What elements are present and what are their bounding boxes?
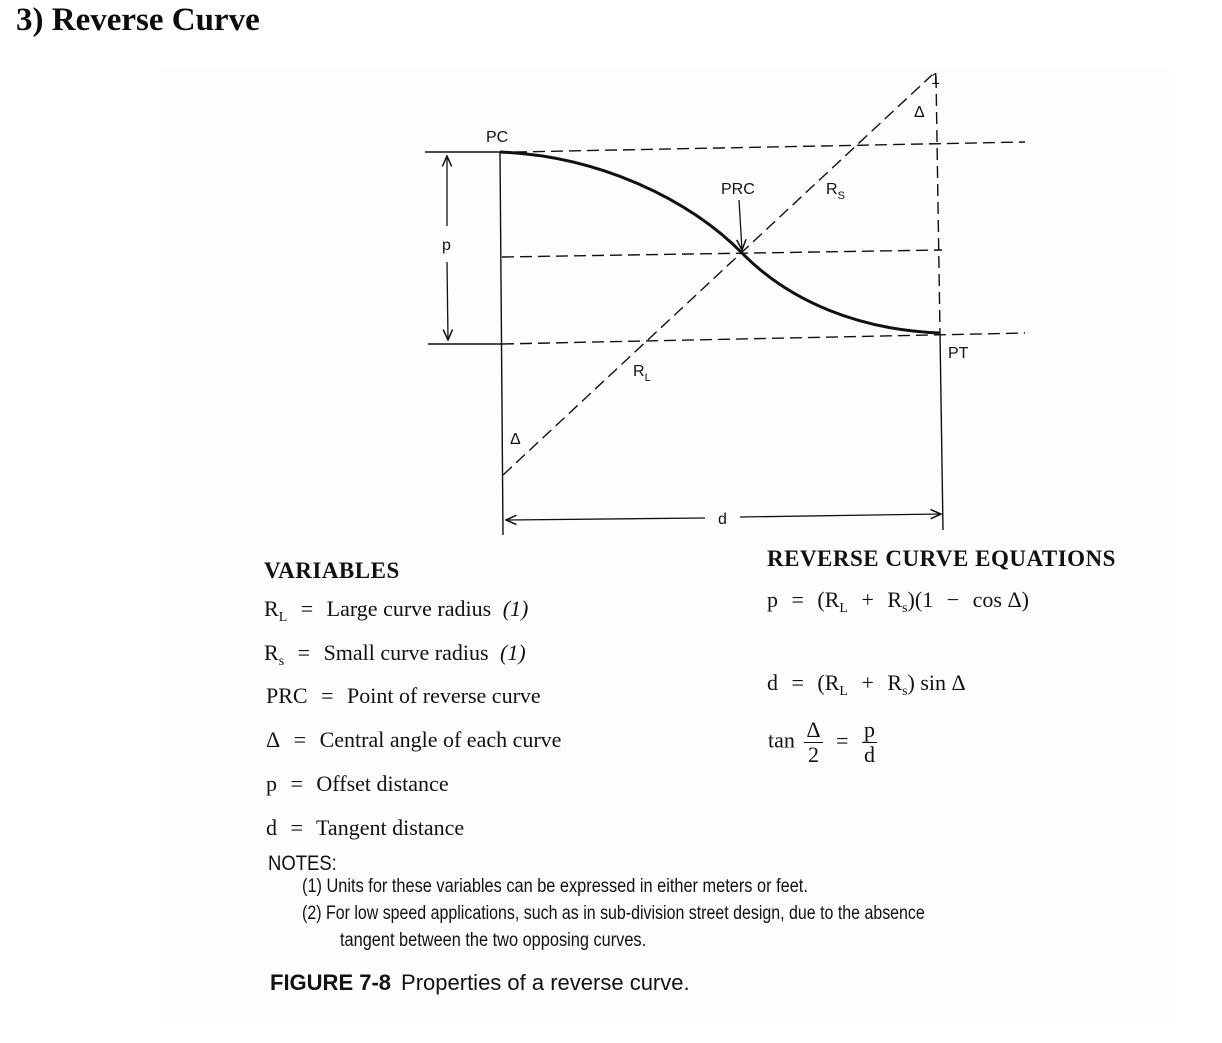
eq-term: (R bbox=[817, 587, 840, 612]
rs-label: RS bbox=[826, 181, 845, 202]
radius-dashed-line bbox=[502, 74, 933, 476]
variable-subscript: s bbox=[278, 654, 285, 669]
d-dimension-right bbox=[739, 514, 941, 517]
fraction-delta-over-2: Δ 2 bbox=[804, 717, 823, 767]
variable-description: Point of reverse curve bbox=[347, 683, 541, 708]
top-tick-label: 1 bbox=[931, 71, 940, 88]
note-1: (1) Units for these variables can be exp… bbox=[302, 876, 808, 897]
eq-term: R bbox=[887, 587, 903, 612]
variable-row-d: d = Tangent distance bbox=[266, 815, 464, 841]
d-dimension-left bbox=[506, 518, 706, 520]
note-reference: (1) bbox=[500, 640, 526, 665]
variable-symbol: PRC bbox=[266, 683, 308, 708]
fraction-p-over-d: p d bbox=[861, 717, 877, 767]
middle-dashed-line bbox=[501, 249, 943, 258]
variables-title: VARIABLES bbox=[264, 558, 400, 583]
plus-sign: + bbox=[861, 587, 874, 612]
equals-sign: = bbox=[791, 670, 804, 695]
plus-sign: + bbox=[861, 670, 874, 695]
d-dimension-label: d bbox=[718, 511, 727, 528]
pc-label: PC bbox=[486, 129, 508, 146]
p-dimension-label: p bbox=[442, 237, 451, 254]
equals-sign: = bbox=[297, 640, 311, 665]
eq-subscript: L bbox=[839, 684, 848, 699]
eq-term: (R bbox=[817, 670, 840, 695]
minus-sign: − bbox=[946, 587, 960, 612]
equals-sign: = bbox=[300, 596, 314, 621]
note-2: (2) For low speed applications, such as … bbox=[302, 903, 925, 924]
pt-label: PT bbox=[948, 345, 969, 362]
equation-tangent-d: d = (RL + Rs) sin Δ bbox=[767, 670, 966, 700]
variable-symbol: p bbox=[266, 771, 277, 796]
variable-symbol: Δ bbox=[266, 727, 281, 752]
variable-description: Large curve radius bbox=[326, 596, 492, 621]
p-dimension-lower bbox=[447, 261, 448, 340]
prc-pointer-arrow bbox=[739, 199, 742, 250]
variable-row-prc: PRC = Point of reverse curve bbox=[266, 683, 541, 709]
pt-vertical-dashed bbox=[935, 75, 941, 334]
figure-number: FIGURE 7-8 bbox=[270, 970, 392, 995]
equation-tan-half-delta: tan Δ 2 = p d bbox=[768, 718, 881, 767]
eq-function: tan bbox=[768, 727, 795, 753]
eq-term: ) sin Δ bbox=[907, 670, 966, 695]
eq-lhs: p bbox=[767, 587, 778, 612]
variable-symbol: d bbox=[266, 815, 277, 840]
equations-title: REVERSE CURVE EQUATIONS bbox=[767, 546, 1116, 571]
bottom-dashed-line bbox=[501, 332, 1026, 345]
variable-row-rl: RL = Large curve radius (1) bbox=[264, 596, 528, 626]
delta-top-label: Δ bbox=[914, 104, 925, 121]
variable-row-rs: Rs = Small curve radius (1) bbox=[264, 640, 526, 670]
reverse-curve-diagram: PC PRC PT p d RS RL Δ Δ 1 bbox=[425, 71, 1026, 536]
delta-bottom-label: Δ bbox=[510, 431, 521, 448]
figure-caption: FIGURE 7-8 Properties of a reverse curve. bbox=[270, 970, 690, 996]
variable-row-p: p = Offset distance bbox=[266, 771, 449, 797]
equals-sign: = bbox=[293, 727, 307, 752]
top-dashed-line bbox=[514, 141, 1026, 153]
rl-label: RL bbox=[633, 363, 651, 384]
pt-vertical-solid bbox=[939, 332, 944, 531]
fraction-numerator: p bbox=[861, 717, 877, 743]
eq-subscript: L bbox=[839, 601, 848, 616]
variable-subscript: L bbox=[278, 610, 288, 625]
variable-row-delta: Δ = Central angle of each curve bbox=[266, 727, 561, 753]
eq-term: )(1 bbox=[907, 587, 934, 612]
note-2-continuation: tangent between the two opposing curves. bbox=[340, 930, 647, 951]
equation-offset-p: p = (RL + Rs)(1 − cos Δ) bbox=[767, 587, 1029, 617]
note-reference: (1) bbox=[502, 596, 529, 621]
eq-term: cos Δ) bbox=[972, 587, 1029, 612]
equals-sign: = bbox=[321, 683, 334, 708]
prc-label: PRC bbox=[721, 181, 755, 198]
caption-text: Properties of a reverse curve. bbox=[401, 970, 690, 995]
variable-symbol: R bbox=[264, 640, 279, 665]
variable-description: Small curve radius bbox=[323, 640, 489, 665]
fraction-numerator: Δ bbox=[804, 717, 823, 743]
fraction-denominator: d bbox=[863, 742, 875, 767]
equals-sign: = bbox=[791, 587, 804, 612]
eq-term: R bbox=[887, 670, 903, 695]
equals-sign: = bbox=[290, 771, 303, 796]
equals-sign: = bbox=[836, 727, 849, 753]
eq-lhs: d bbox=[767, 670, 778, 695]
variable-description: Offset distance bbox=[316, 771, 449, 796]
equals-sign: = bbox=[290, 815, 303, 840]
variable-description: Central angle of each curve bbox=[319, 727, 562, 752]
reverse-curve-path bbox=[499, 150, 941, 335]
variable-description: Tangent distance bbox=[316, 815, 465, 840]
notes-title: NOTES: bbox=[268, 852, 337, 875]
variable-symbol: R bbox=[264, 596, 279, 621]
fraction-denominator: 2 bbox=[807, 742, 819, 767]
